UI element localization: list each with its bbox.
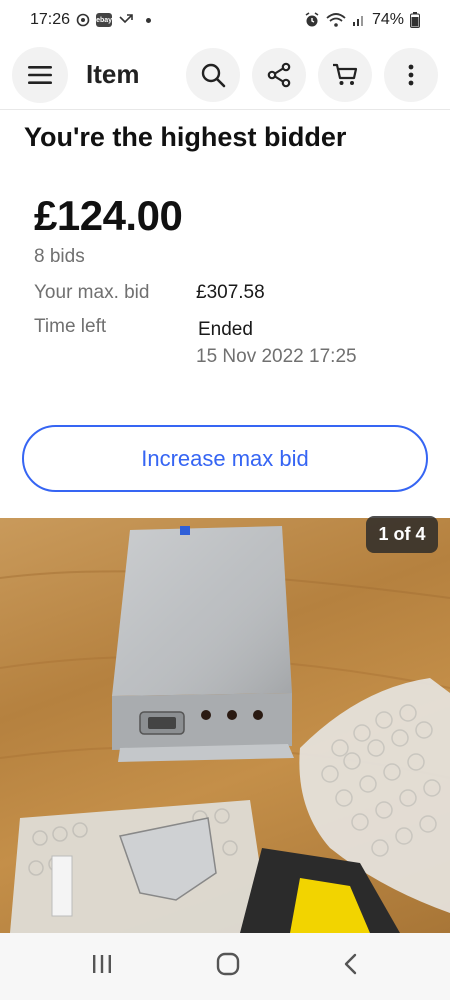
status-bar: 17:26 ebay 74% (0, 0, 450, 40)
back-icon (344, 953, 356, 975)
end-datetime: 15 Nov 2022 17:25 (196, 346, 357, 367)
bid-status-headline: You're the highest bidder (24, 122, 347, 152)
status-right: 74% (304, 11, 420, 29)
app-bar: Item (0, 40, 450, 110)
back-button[interactable] (343, 953, 359, 980)
more-options-button[interactable] (384, 47, 438, 102)
missed-call-icon (118, 13, 134, 27)
battery-percent: 74% (371, 11, 404, 28)
share-button[interactable] (252, 47, 306, 102)
ebay-app-icon: ebay (96, 13, 113, 27)
bid-count[interactable]: 8 bids (34, 246, 85, 268)
search-button[interactable] (186, 47, 240, 102)
status-time: 17:26 (30, 11, 71, 28)
more-vertical-icon (408, 64, 414, 85)
alarm-icon (304, 12, 320, 28)
item-photo[interactable] (0, 518, 450, 933)
max-bid-label: Your max. bid (34, 282, 150, 303)
recent-apps-button[interactable] (91, 954, 113, 979)
cart-button[interactable] (318, 47, 372, 102)
app-actions (186, 47, 438, 102)
more-notifications-icon (146, 17, 152, 23)
time-left-label: Time left (34, 316, 107, 337)
menu-button[interactable] (12, 46, 68, 103)
share-icon (267, 62, 291, 87)
page-title: Item (86, 59, 140, 89)
item-photo-illustration (0, 526, 450, 933)
notification-icon (76, 13, 90, 27)
search-icon (201, 63, 226, 87)
max-bid-value: £307.58 (196, 282, 265, 303)
home-icon (216, 952, 240, 976)
cart-icon (333, 63, 358, 85)
wifi-icon (326, 13, 346, 27)
signal-icon (352, 13, 366, 27)
photo-counter: 1 of 4 (366, 516, 438, 553)
current-price: £124.00 (34, 192, 183, 239)
home-button[interactable] (216, 952, 240, 981)
recent-apps-icon (93, 955, 112, 973)
system-nav-bar (0, 933, 450, 1000)
menu-icon (28, 65, 52, 84)
status-left: 17:26 ebay (30, 11, 152, 29)
increase-max-bid-button[interactable]: Increase max bid (22, 425, 428, 492)
time-left-value: Ended (198, 319, 253, 340)
battery-icon (410, 12, 420, 28)
